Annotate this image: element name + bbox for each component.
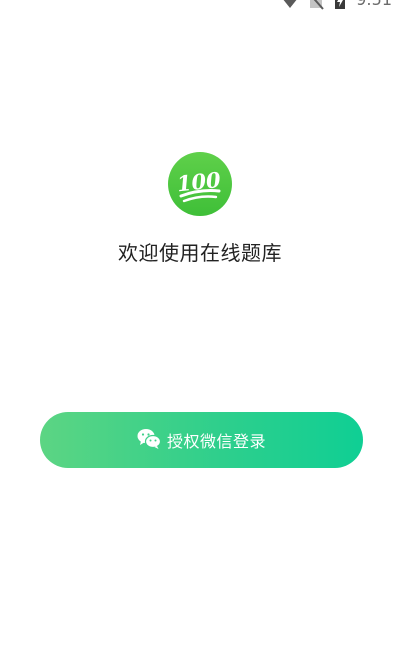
battery-charging-icon bbox=[334, 0, 346, 10]
status-icons: 9:51 bbox=[282, 0, 392, 10]
app-logo: 100 bbox=[168, 152, 232, 216]
wechat-login-label: 授权微信登录 bbox=[166, 432, 266, 451]
no-sim-icon bbox=[308, 0, 324, 10]
wechat-icon bbox=[137, 428, 161, 450]
welcome-title: 欢迎使用在线题库 bbox=[118, 241, 282, 265]
status-time: 9:51 bbox=[356, 0, 392, 10]
wifi-icon bbox=[282, 0, 298, 10]
wechat-login-button[interactable]: 授权微信登录 bbox=[40, 412, 363, 468]
status-bar: 9:51 bbox=[0, 0, 400, 14]
hundred-points-logo-icon: 100 bbox=[168, 152, 232, 216]
